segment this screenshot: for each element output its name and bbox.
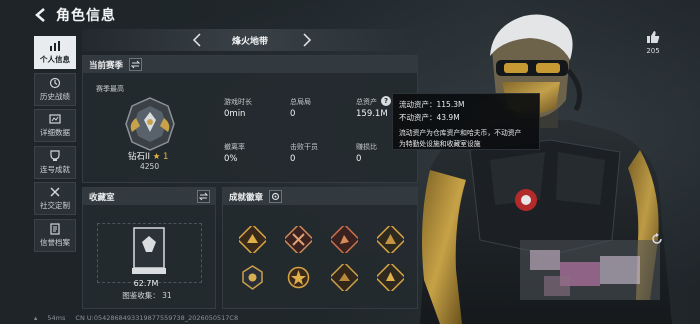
history-icon bbox=[49, 77, 61, 88]
nav-item-detail-data[interactable]: 详细数据 bbox=[34, 109, 76, 142]
display-case-icon[interactable] bbox=[130, 226, 168, 276]
stat-value-extract-rate: 0% bbox=[224, 154, 238, 164]
chevron-right-icon[interactable] bbox=[302, 33, 312, 47]
nav-item-social[interactable]: 社交定制 bbox=[34, 182, 76, 215]
nav-label: 详细数据 bbox=[40, 128, 70, 137]
gear-icon bbox=[271, 192, 280, 201]
panel-header: 成就徽章 bbox=[223, 188, 417, 205]
season-name: 烽火地带 bbox=[231, 37, 268, 47]
collection-value: 62.7M bbox=[133, 279, 159, 288]
settings-button[interactable] bbox=[269, 190, 282, 203]
player-id: CN U:0542868493319877559738_2026050517C8 bbox=[75, 314, 239, 322]
info-icon[interactable]: ? bbox=[381, 96, 391, 106]
rank-label: 赛季最高 bbox=[96, 85, 124, 93]
badge-icon[interactable] bbox=[331, 264, 358, 291]
nav-label: 信誉档案 bbox=[40, 237, 70, 247]
stat-label-kills: 击败干员 bbox=[290, 143, 318, 151]
stat-value-matches: 0 bbox=[290, 109, 296, 119]
badge-icon[interactable] bbox=[331, 226, 358, 253]
badge-icon[interactable] bbox=[285, 264, 312, 291]
swap-icon bbox=[131, 60, 140, 69]
badge-icon[interactable] bbox=[239, 226, 266, 253]
tools-icon bbox=[50, 187, 60, 197]
switch-button[interactable] bbox=[197, 190, 210, 203]
header-bar: 角色信息 bbox=[0, 0, 700, 30]
nav-item-achievements[interactable]: 连号成就 bbox=[34, 145, 76, 179]
badge-icon[interactable] bbox=[239, 264, 266, 291]
nav-item-personal-info[interactable]: 个人信息 bbox=[34, 36, 76, 69]
assets-tooltip: 流动资产：115.3M 不动资产：43.9M 流动资产为仓库资产和哈夫币，不动资… bbox=[392, 93, 540, 150]
side-nav: 个人信息 历史战绩 详细数据 连号成就 社交定制 信誉档案 bbox=[34, 36, 76, 255]
nav-label: 连号成就 bbox=[40, 164, 70, 174]
nav-label: 个人信息 bbox=[40, 55, 70, 64]
stat-label-profit-ratio: 赚损比 bbox=[356, 143, 377, 151]
rotate-icon[interactable] bbox=[650, 232, 664, 246]
panel-title: 当前赛季 bbox=[89, 61, 124, 71]
rank-emblem-diamond bbox=[125, 97, 175, 151]
achievement-icon bbox=[50, 149, 60, 161]
stat-label-matches: 总局局 bbox=[290, 98, 311, 106]
detail-data-icon bbox=[49, 114, 61, 124]
like-count: 205 bbox=[646, 47, 660, 55]
stat-label-total-assets: 总资产 bbox=[356, 98, 377, 106]
panel-header: 收藏室 bbox=[83, 188, 215, 205]
badge-icon[interactable] bbox=[377, 264, 404, 291]
nav-item-credit[interactable]: 信誉档案 bbox=[34, 218, 76, 252]
tooltip-liquid-assets: 流动资产：115.3M bbox=[399, 100, 465, 109]
signal-icon: ▴ bbox=[34, 314, 38, 322]
rank-name: 钻石II ★ 1 bbox=[128, 152, 169, 162]
thumbs-up-icon[interactable] bbox=[646, 30, 660, 44]
season-selector: 烽火地带 bbox=[82, 29, 418, 51]
bar-chart-icon bbox=[50, 41, 60, 51]
stat-value-playtime: 0min bbox=[224, 109, 246, 119]
tooltip-desc-2: 为特勤处设施和收藏室设施 bbox=[399, 140, 481, 148]
badge-icon[interactable] bbox=[377, 226, 404, 253]
stat-label-extract-rate: 撤离率 bbox=[224, 143, 245, 151]
nav-item-history[interactable]: 历史战绩 bbox=[34, 72, 76, 106]
ping-value: 54ms bbox=[47, 314, 66, 322]
stat-value-kills: 0 bbox=[290, 154, 296, 164]
rank-points: 4250 bbox=[140, 162, 160, 171]
nav-label: 社交定制 bbox=[40, 201, 70, 210]
tooltip-fixed-assets: 不动资产：43.9M bbox=[399, 113, 460, 122]
nav-label: 历史战绩 bbox=[40, 91, 70, 101]
stat-label-playtime: 游戏时长 bbox=[224, 98, 252, 106]
panel-title: 收藏室 bbox=[89, 193, 115, 203]
panel-header: 当前赛季 bbox=[83, 56, 417, 73]
stat-value-profit-ratio: 0 bbox=[356, 154, 362, 164]
panel-title: 成就徽章 bbox=[229, 193, 264, 203]
page-title: 角色信息 bbox=[56, 8, 116, 24]
switch-button[interactable] bbox=[129, 58, 142, 71]
rank-stars: ★ 1 bbox=[152, 152, 169, 162]
stat-value-total-assets: 159.1M bbox=[356, 109, 388, 119]
footer-status: ▴ 54ms CN U:0542868493319877559738_20260… bbox=[34, 314, 246, 322]
collection-count: 图鉴收集： 31 bbox=[122, 291, 172, 300]
back-arrow-icon[interactable] bbox=[34, 8, 48, 22]
swap-icon bbox=[199, 192, 208, 201]
tooltip-desc-1: 流动资产为仓库资产和哈夫币，不动资产 bbox=[399, 129, 522, 137]
credit-file-icon bbox=[50, 222, 60, 235]
badge-icon[interactable] bbox=[285, 226, 312, 253]
